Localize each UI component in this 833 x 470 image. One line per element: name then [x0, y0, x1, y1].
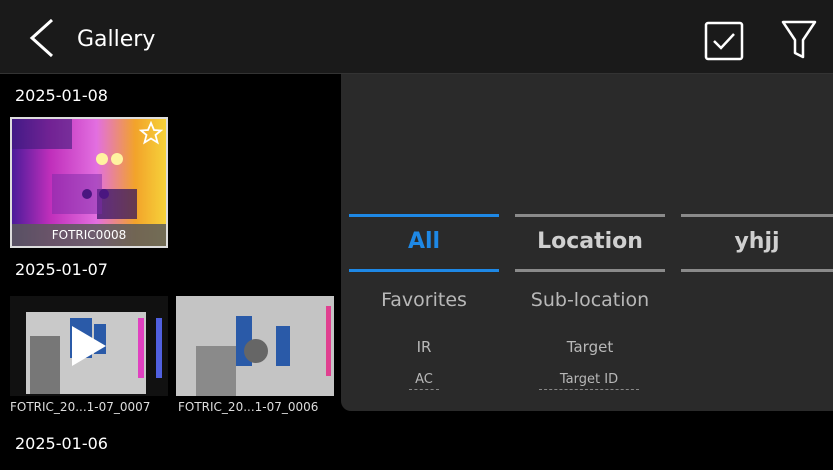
- tab-all[interactable]: All: [349, 214, 499, 272]
- back-chevron-icon[interactable]: [26, 18, 60, 58]
- tab-label: yhjj: [734, 229, 780, 254]
- filter-icon[interactable]: [780, 19, 818, 61]
- gallery-list[interactable]: 2025-01-08 FOTRIC0008 2025-01-07 FOTRIC_…: [0, 74, 340, 470]
- option-ir[interactable]: IR: [349, 338, 499, 356]
- option-target[interactable]: Target: [515, 338, 665, 356]
- thumbnail-caption: FOTRIC_20...1-07_0006: [178, 400, 319, 414]
- thumbnail-caption: FOTRIC_20...1-07_0007: [10, 400, 151, 414]
- option-sub-location[interactable]: Sub-location: [515, 289, 665, 311]
- tab-location[interactable]: Location: [515, 214, 665, 272]
- tab-label: Location: [537, 229, 643, 254]
- thumbnail-caption: FOTRIC0008: [12, 224, 166, 246]
- date-header: 2025-01-08: [15, 86, 108, 105]
- option-favorites[interactable]: Favorites: [349, 289, 499, 311]
- thermal-image: [176, 296, 334, 396]
- favorite-star-icon[interactable]: [139, 121, 163, 145]
- select-checkbox-icon[interactable]: [704, 21, 744, 61]
- filter-panel: All Location yhjj Favorites Sub-location…: [341, 74, 833, 411]
- thumbnail-fotric0008[interactable]: FOTRIC0008: [10, 117, 168, 248]
- date-header: 2025-01-07: [15, 260, 108, 279]
- tab-yhjj[interactable]: yhjj: [681, 214, 833, 272]
- top-bar: Gallery: [0, 0, 833, 74]
- option-ac[interactable]: AC: [409, 372, 439, 390]
- play-icon[interactable]: [68, 324, 108, 368]
- thumbnail-0006[interactable]: [176, 296, 334, 396]
- option-target-id[interactable]: Target ID: [539, 372, 639, 390]
- date-header: 2025-01-06: [15, 434, 108, 453]
- page-title: Gallery: [77, 27, 156, 52]
- tab-label: All: [407, 229, 441, 254]
- video-thumbnail[interactable]: [10, 296, 168, 396]
